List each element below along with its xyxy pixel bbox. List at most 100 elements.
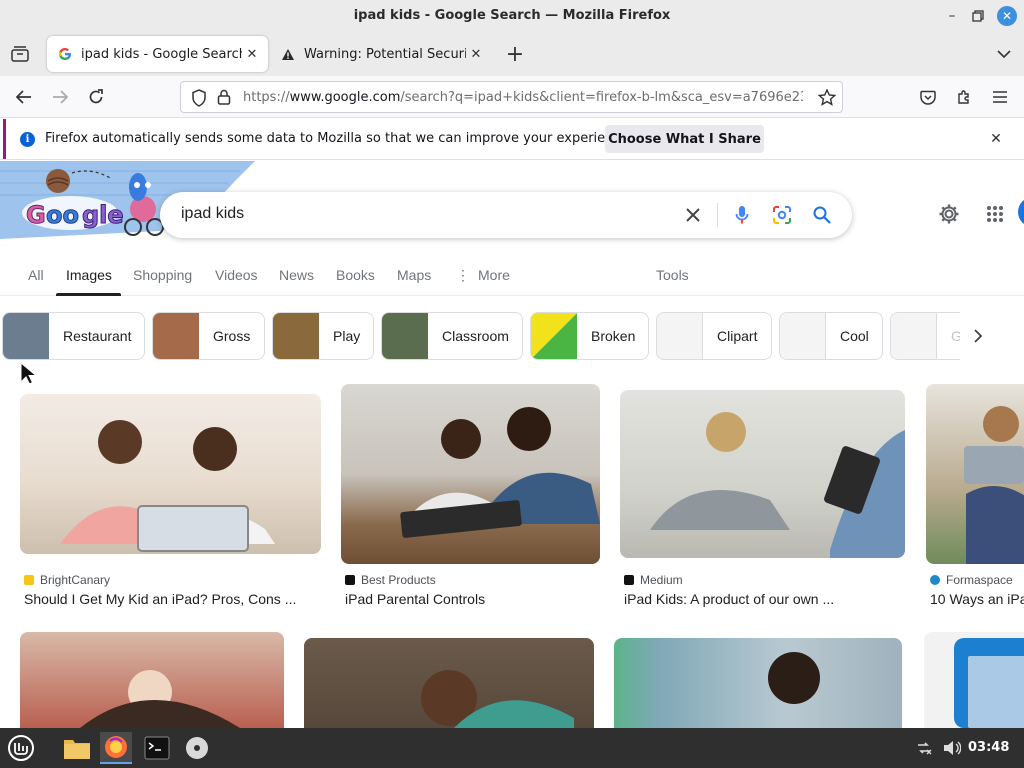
tab-images[interactable]: Images — [66, 267, 112, 283]
account-avatar[interactable] — [1018, 197, 1024, 227]
search-query[interactable]: ipad kids — [181, 205, 244, 223]
chip-clipart[interactable]: Clipart — [656, 312, 772, 360]
volume-speaker-icon[interactable] — [940, 732, 964, 764]
chip-label: Clipart — [717, 328, 758, 344]
chip-play[interactable]: Play — [272, 312, 374, 360]
search-box[interactable]: ipad kids — [160, 192, 852, 238]
chip-thumbnail — [382, 313, 428, 359]
chip-restaurant[interactable]: Restaurant — [2, 312, 145, 360]
result-thumbnail[interactable] — [341, 384, 600, 564]
back-arrow-icon[interactable] — [11, 84, 37, 110]
maximize-icon[interactable] — [968, 6, 988, 26]
hamburger-menu-icon[interactable] — [987, 84, 1013, 110]
notification-message: Firefox automatically sends some data to… — [45, 131, 633, 146]
choose-what-i-share-button[interactable]: Choose What I Share — [605, 125, 764, 153]
chip-broken[interactable]: Broken — [530, 312, 649, 360]
result-source[interactable]: BrightCanary — [24, 573, 110, 587]
result-thumbnail[interactable] — [620, 390, 905, 558]
image-result[interactable] — [614, 638, 902, 758]
tools-button[interactable]: Tools — [656, 267, 689, 283]
tab-security-warning[interactable]: Warning: Potential Security Risk Ahead ✕ — [270, 36, 492, 72]
result-source[interactable]: Best Products — [345, 573, 436, 587]
tab-list-icon[interactable] — [8, 42, 32, 66]
chevron-right-icon[interactable] — [968, 326, 988, 346]
result-title[interactable]: iPad Parental Controls — [345, 591, 600, 607]
close-window-icon[interactable]: ✕ — [997, 6, 1017, 26]
search-type-tabs: All Images Shopping Videos News Books Ma… — [0, 256, 1024, 296]
forward-arrow-icon[interactable] — [47, 84, 73, 110]
result-source[interactable]: Medium — [624, 573, 683, 587]
chip-partial[interactable]: G — [890, 312, 960, 360]
active-tab-indicator — [56, 293, 121, 296]
chevron-down-icon[interactable] — [994, 44, 1014, 64]
tracking-protection-shield-icon[interactable] — [191, 89, 207, 111]
chip-gross[interactable]: Gross — [152, 312, 265, 360]
tab-news[interactable]: News — [279, 267, 314, 283]
network-disconnected-icon[interactable] — [912, 732, 936, 764]
terminal-icon[interactable] — [141, 732, 173, 764]
voice-search-mic-icon[interactable] — [730, 203, 754, 227]
url-text[interactable]: https://www.google.com/search?q=ipad+kid… — [243, 90, 803, 105]
clear-search-icon[interactable] — [681, 203, 705, 227]
new-tab-icon[interactable]: + — [503, 42, 527, 67]
chip-label: Broken — [591, 328, 636, 344]
image-result[interactable] — [924, 632, 1024, 752]
lock-icon[interactable] — [217, 89, 231, 109]
google-apps-grid-icon[interactable] — [982, 201, 1008, 227]
close-tab-icon[interactable]: ✕ — [242, 44, 262, 64]
google-lens-icon[interactable] — [770, 203, 794, 227]
window-titlebar: ipad kids - Google Search — Mozilla Fire… — [0, 0, 1024, 32]
chip-classroom[interactable]: Classroom — [381, 312, 523, 360]
linux-mint-menu-icon[interactable] — [5, 732, 37, 764]
result-title[interactable]: iPad Kids: A product of our own ... — [624, 591, 905, 607]
tab-more[interactable]: ⋮ More — [456, 267, 510, 284]
close-tab-icon[interactable]: ✕ — [466, 44, 486, 64]
source-name: BrightCanary — [40, 573, 111, 587]
system-clock[interactable]: 03:48 — [968, 740, 1009, 755]
image-result[interactable] — [304, 638, 594, 758]
notification-accent — [3, 119, 6, 159]
chip-thumbnail — [657, 313, 703, 359]
tab-google-search[interactable]: ipad kids - Google Search ✕ — [47, 36, 268, 72]
tab-all[interactable]: All — [28, 267, 44, 283]
reload-icon[interactable] — [83, 84, 109, 110]
url-bar[interactable]: https://www.google.com/search?q=ipad+kid… — [180, 81, 843, 113]
image-result[interactable]: Best Products iPad Parental Controls — [341, 384, 600, 614]
data-reporting-notification: i Firefox automatically sends some data … — [0, 119, 1024, 160]
image-result[interactable] — [20, 632, 284, 752]
settings-gear-icon[interactable] — [936, 201, 962, 227]
minimize-icon[interactable]: – — [942, 6, 962, 26]
source-name: Medium — [640, 573, 683, 587]
result-thumbnail[interactable] — [926, 384, 1024, 564]
chip-label: G — [937, 328, 960, 344]
google-g-icon — [57, 46, 73, 62]
info-icon: i — [20, 132, 35, 147]
bookmark-star-icon[interactable] — [817, 88, 837, 110]
chip-label: Classroom — [442, 328, 509, 344]
firefox-taskbar-icon[interactable] — [100, 732, 132, 764]
image-result[interactable]: Medium iPad Kids: A product of our own .… — [620, 384, 905, 614]
image-result[interactable]: Formaspace 10 Ways an iPad — [926, 384, 1024, 614]
chip-cool[interactable]: Cool — [779, 312, 883, 360]
result-source[interactable]: Formaspace — [930, 573, 1013, 587]
result-thumbnail[interactable] — [20, 394, 321, 554]
image-result[interactable]: BrightCanary Should I Get My Kid an iPad… — [20, 384, 321, 614]
chip-thumbnail — [153, 313, 199, 359]
tab-books[interactable]: Books — [336, 267, 375, 283]
files-folder-icon[interactable] — [61, 732, 93, 764]
mouse-cursor-icon — [20, 361, 38, 386]
chip-label: Restaurant — [63, 328, 132, 344]
extensions-puzzle-icon[interactable] — [951, 84, 977, 110]
tab-title: Warning: Potential Security Risk Ahead — [304, 46, 466, 62]
tab-videos[interactable]: Videos — [215, 267, 258, 283]
disc-drive-icon[interactable] — [181, 732, 213, 764]
result-title[interactable]: Should I Get My Kid an iPad? Pros, Cons … — [24, 591, 321, 607]
pocket-icon[interactable] — [915, 84, 941, 110]
search-submit-icon[interactable] — [810, 203, 834, 227]
brightcanary-favicon-icon — [24, 575, 34, 585]
source-name: Best Products — [361, 573, 436, 587]
tab-maps[interactable]: Maps — [397, 267, 431, 283]
close-notification-icon[interactable]: ✕ — [986, 129, 1006, 149]
tab-shopping[interactable]: Shopping — [133, 267, 192, 283]
result-title[interactable]: 10 Ways an iPad — [930, 591, 1024, 607]
